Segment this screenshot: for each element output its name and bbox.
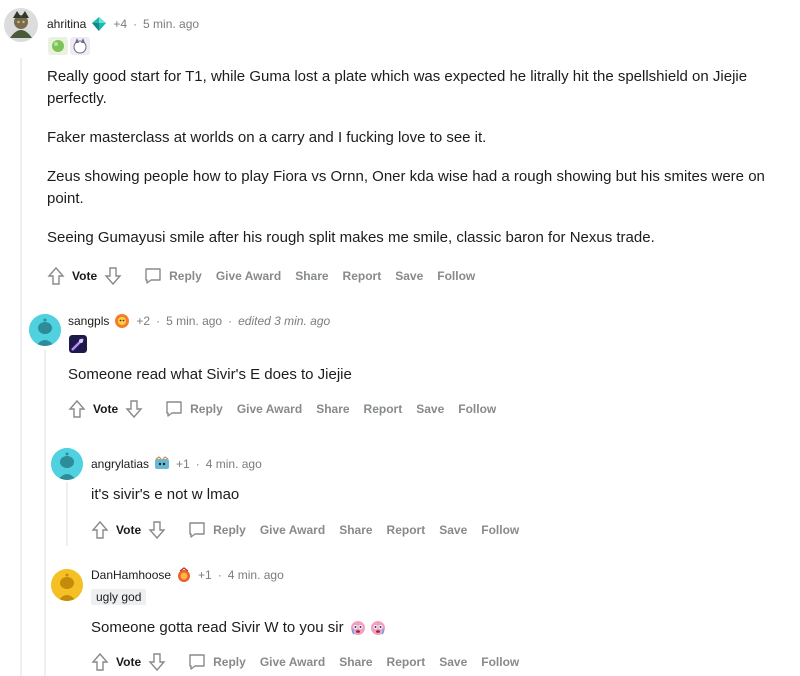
comment-actions: Vote Reply Give Award Share Report Save … (90, 652, 519, 672)
follow-button[interactable]: Follow (458, 402, 496, 416)
reply-label: Reply (190, 402, 223, 416)
comment-body: Really good start for T1, while Guma los… (47, 66, 767, 266)
vote-label: Vote (116, 523, 142, 537)
comment-body: it's sivir's e not w lmao (91, 484, 771, 523)
emoji-flair-icon (115, 314, 130, 328)
edited-label: edited 3 min. ago (238, 314, 331, 328)
user-flair-icons (48, 37, 90, 55)
timestamp[interactable]: 5 min. ago (166, 314, 222, 328)
leaf-flair-icon (48, 37, 68, 55)
separator: · (195, 457, 200, 471)
comment-body: Someone gotta read Sivir W to you sir (91, 617, 771, 656)
comment-paragraph: Seeing Gumayusi smile after his rough sp… (47, 229, 655, 246)
timestamp[interactable]: 4 min. ago (206, 457, 262, 471)
separator: · (133, 17, 138, 31)
reply-label: Reply (213, 523, 246, 537)
thread-line-root[interactable] (20, 58, 22, 676)
downvote-icon[interactable] (124, 399, 144, 419)
save-button[interactable]: Save (416, 402, 444, 416)
reply-button[interactable]: Reply (187, 520, 246, 540)
username[interactable]: ahritina (47, 17, 86, 31)
emoji-flair-icon (178, 567, 191, 582)
save-button[interactable]: Save (439, 523, 467, 537)
timestamp[interactable]: 5 min. ago (143, 17, 199, 31)
reply-label: Reply (169, 269, 202, 283)
comment-paragraph: Someone gotta read Sivir W to you sir (91, 617, 771, 639)
avatar[interactable] (51, 569, 83, 601)
follow-button[interactable]: Follow (437, 269, 475, 283)
vote-label: Vote (93, 402, 119, 416)
upvote-icon[interactable] (90, 520, 110, 540)
reply-button[interactable]: Reply (164, 399, 223, 419)
karma: +1 (198, 568, 212, 582)
give-award-button[interactable]: Give Award (260, 523, 325, 537)
save-button[interactable]: Save (439, 655, 467, 669)
thread-line-sangpls[interactable] (44, 350, 46, 676)
give-award-button[interactable]: Give Award (260, 655, 325, 669)
comment-paragraph: Someone read what Sivir's E does to Jiej… (68, 366, 352, 383)
report-button[interactable]: Report (387, 523, 426, 537)
comment-paragraph: it's sivir's e not w lmao (91, 486, 240, 503)
upvote-icon[interactable] (67, 399, 87, 419)
report-button[interactable]: Report (364, 402, 403, 416)
crying-face-icon (370, 621, 385, 635)
vote-label: Vote (116, 655, 142, 669)
report-button[interactable]: Report (343, 269, 382, 283)
comment-paragraph: Faker masterclass at worlds on a carry a… (47, 129, 487, 146)
crying-face-icon (350, 621, 365, 635)
comment-paragraph-text: Someone gotta read Sivir W to you sir (91, 619, 344, 636)
avatar[interactable] (29, 314, 61, 346)
comment-actions: Vote Reply Give Award Share Report Save … (90, 520, 519, 540)
user-flair-image (69, 335, 87, 353)
reply-icon (166, 401, 182, 417)
reply-icon (189, 654, 205, 670)
avatar[interactable] (51, 448, 83, 480)
thread-line-angrylatias[interactable] (66, 482, 68, 546)
username[interactable]: sangpls (68, 314, 109, 328)
timestamp[interactable]: 4 min. ago (228, 568, 284, 582)
downvote-icon[interactable] (147, 520, 167, 540)
follow-button[interactable]: Follow (481, 655, 519, 669)
share-button[interactable]: Share (295, 269, 328, 283)
avatar[interactable] (4, 8, 38, 42)
username[interactable]: DanHamhoose (91, 568, 171, 582)
reply-label: Reply (213, 655, 246, 669)
comment-paragraph: Really good start for T1, while Guma los… (47, 68, 748, 107)
reply-icon (145, 268, 161, 284)
report-button[interactable]: Report (387, 655, 426, 669)
upvote-icon[interactable] (46, 266, 66, 286)
reply-button[interactable]: Reply (143, 266, 202, 286)
karma: +1 (176, 457, 190, 471)
creature-flair-icon (70, 37, 90, 55)
karma: +2 (136, 314, 151, 328)
karma: +4 (113, 17, 128, 31)
comment-actions: Vote Reply Give Award Share Report Save … (46, 266, 475, 286)
share-button[interactable]: Share (339, 655, 372, 669)
give-award-button[interactable]: Give Award (237, 402, 302, 416)
share-button[interactable]: Share (339, 523, 372, 537)
downvote-icon[interactable] (147, 652, 167, 672)
upvote-icon[interactable] (90, 652, 110, 672)
vote-label: Vote (72, 269, 98, 283)
share-button[interactable]: Share (316, 402, 349, 416)
reply-button[interactable]: Reply (187, 652, 246, 672)
separator: · (228, 314, 233, 328)
emoji-flair-icon (155, 456, 170, 469)
comment-paragraph: Zeus showing people how to play Fiora vs… (47, 168, 765, 207)
reply-icon (189, 522, 205, 538)
comment-actions: Vote Reply Give Award Share Report Save … (67, 399, 496, 419)
downvote-icon[interactable] (103, 266, 123, 286)
comment-body: Someone read what Sivir's E does to Jiej… (68, 364, 768, 403)
username[interactable]: angrylatias (91, 457, 149, 471)
save-button[interactable]: Save (395, 269, 423, 283)
diamond-flair-icon (92, 17, 107, 31)
user-flair-text: ugly god (91, 589, 147, 605)
separator: · (156, 314, 161, 328)
follow-button[interactable]: Follow (481, 523, 519, 537)
give-award-button[interactable]: Give Award (216, 269, 281, 283)
separator: · (217, 568, 222, 582)
